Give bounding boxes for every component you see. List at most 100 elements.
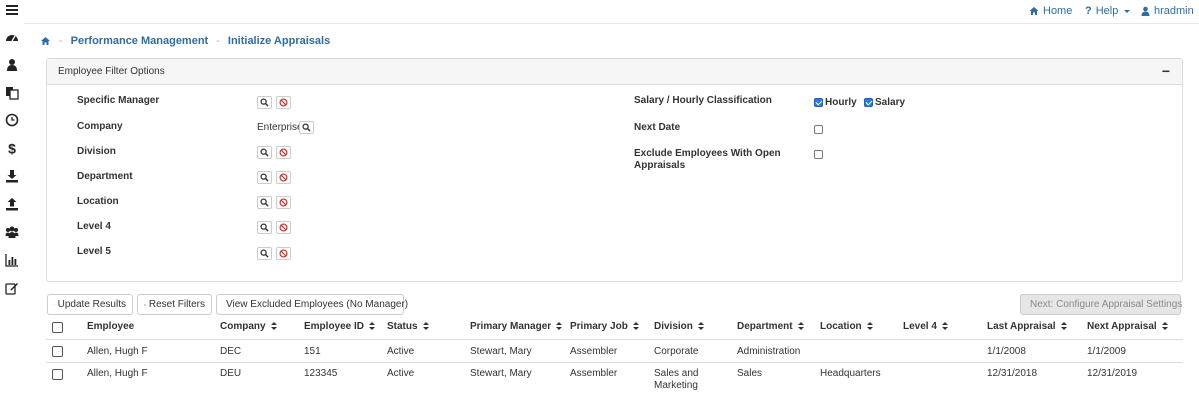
ban-icon <box>279 249 288 258</box>
documents-icon[interactable] <box>4 85 20 101</box>
th-next-appraisal[interactable]: Next Appraisal <box>1087 321 1168 332</box>
department-search-button[interactable] <box>257 171 272 184</box>
exclude-open-checkbox[interactable] <box>814 150 823 159</box>
edit-icon[interactable] <box>4 280 20 296</box>
user-menu[interactable]: hradmin <box>1141 5 1199 17</box>
th-company[interactable]: Company <box>220 321 277 332</box>
specific-manager-search-button[interactable] <box>257 96 272 109</box>
update-results-label: Update Results <box>57 299 126 310</box>
level5-label: Level 5 <box>77 246 111 257</box>
th-employee[interactable]: Employee <box>87 321 134 332</box>
home-label: Home <box>1043 5 1073 17</box>
left-sidebar: $ <box>0 0 24 394</box>
chevron-down-icon <box>1124 9 1131 13</box>
close-icon <box>144 303 146 306</box>
sort-icon <box>797 322 804 331</box>
home-icon <box>1029 7 1039 15</box>
sort-icon <box>369 322 376 331</box>
department-clear-button[interactable] <box>276 171 291 184</box>
th-level4[interactable]: Level 4 <box>903 321 948 332</box>
cell-status: Active <box>387 368 415 379</box>
th-department[interactable]: Department <box>737 321 804 332</box>
view-excluded-button[interactable]: View Excluded Employees (No Manager) <box>216 294 408 315</box>
row-checkbox[interactable] <box>52 369 63 380</box>
search-icon <box>260 198 269 207</box>
row-checkbox[interactable] <box>52 346 63 357</box>
sort-icon <box>697 322 704 331</box>
update-results-button[interactable]: Update Results <box>47 294 133 315</box>
th-location[interactable]: Location <box>820 321 873 332</box>
breadcrumb-performance-management[interactable]: Performance Management <box>71 35 209 47</box>
select-all-checkbox[interactable] <box>52 322 63 333</box>
ban-icon <box>279 198 288 207</box>
th-primary-manager[interactable]: Primary Manager <box>470 321 563 332</box>
level5-search-button[interactable] <box>257 247 272 260</box>
level4-search-button[interactable] <box>257 221 272 234</box>
row-divider <box>46 362 1183 363</box>
th-department-label: Department <box>737 321 793 332</box>
cell-next-appraisal: 12/31/2019 <box>1087 368 1138 379</box>
th-employee-id[interactable]: Employee ID <box>304 321 376 332</box>
th-division[interactable]: Division <box>654 321 704 332</box>
division-search-button[interactable] <box>257 146 272 159</box>
user-label: hradmin <box>1154 5 1194 17</box>
search-icon <box>260 98 269 107</box>
next-date-checkbox[interactable] <box>814 125 823 134</box>
user-icon[interactable] <box>4 57 20 73</box>
specific-manager-clear-button[interactable] <box>276 96 291 109</box>
hourly-checkbox[interactable] <box>814 98 823 107</box>
level5-clear-button[interactable] <box>276 247 291 260</box>
cell-primary-job: Assembler <box>570 346 618 357</box>
salary-hourly-label: Salary / Hourly Classification <box>634 95 772 106</box>
breadcrumb: - Performance Management - Initialize Ap… <box>40 35 330 47</box>
location-clear-button[interactable] <box>276 196 291 209</box>
cell-primary-job: Assembler <box>570 368 618 379</box>
upload-icon[interactable] <box>4 196 20 212</box>
th-status[interactable]: Status <box>387 321 429 332</box>
company-search-button[interactable] <box>299 121 314 134</box>
home-icon[interactable] <box>40 36 51 46</box>
cell-employee: Allen, Hugh F <box>87 346 148 357</box>
bar-chart-icon[interactable] <box>4 252 20 268</box>
salary-checkbox[interactable] <box>864 98 873 107</box>
menu-icon[interactable] <box>4 2 20 18</box>
users-icon[interactable] <box>4 224 20 240</box>
search-icon <box>260 223 269 232</box>
sort-icon <box>556 322 563 331</box>
reset-filters-label: Reset Filters <box>148 299 205 310</box>
next-configure-button[interactable]: Next: Configure Appraisal Settings <box>1020 294 1182 315</box>
th-primary-job[interactable]: Primary Job <box>570 321 639 332</box>
level4-clear-button[interactable] <box>276 221 291 234</box>
company-value: Enterprise <box>257 122 303 133</box>
cell-employee: Allen, Hugh F <box>87 368 148 379</box>
svg-text:$: $ <box>8 141 16 155</box>
th-next-appraisal-label: Next Appraisal <box>1087 321 1157 332</box>
cell-employee-id: 123345 <box>304 368 338 379</box>
collapse-button[interactable]: − <box>1162 63 1170 79</box>
cell-department: Sales <box>737 368 763 379</box>
exclude-open-label-line1: Exclude Employees With Open <box>634 148 781 159</box>
breadcrumb-initialize-appraisals[interactable]: Initialize Appraisals <box>228 35 330 47</box>
breadcrumb-separator: - <box>59 35 63 47</box>
cell-primary-manager: Stewart, Mary <box>470 368 532 379</box>
dollar-icon[interactable]: $ <box>4 140 20 156</box>
cell-last-appraisal: 1/1/2008 <box>987 346 1026 357</box>
th-employee-id-label: Employee ID <box>304 321 365 332</box>
th-location-label: Location <box>820 321 862 332</box>
home-link[interactable]: Home <box>1029 5 1072 17</box>
sort-icon <box>270 322 277 331</box>
download-icon[interactable] <box>4 168 20 184</box>
th-last-appraisal[interactable]: Last Appraisal <box>987 321 1067 332</box>
search-icon <box>260 249 269 258</box>
cell-division-line1: Sales and <box>654 368 699 379</box>
help-menu[interactable]: ? Help <box>1085 5 1131 17</box>
division-clear-button[interactable] <box>276 146 291 159</box>
reset-filters-button[interactable]: Reset Filters <box>137 294 212 315</box>
dashboard-icon[interactable] <box>4 30 20 46</box>
cell-next-appraisal: 1/1/2009 <box>1087 346 1126 357</box>
location-search-button[interactable] <box>257 196 272 209</box>
help-label: Help <box>1095 5 1119 17</box>
th-primary-manager-label: Primary Manager <box>470 321 552 332</box>
exclude-open-label-line2: Appraisals <box>634 160 686 171</box>
clock-icon[interactable] <box>4 112 20 128</box>
